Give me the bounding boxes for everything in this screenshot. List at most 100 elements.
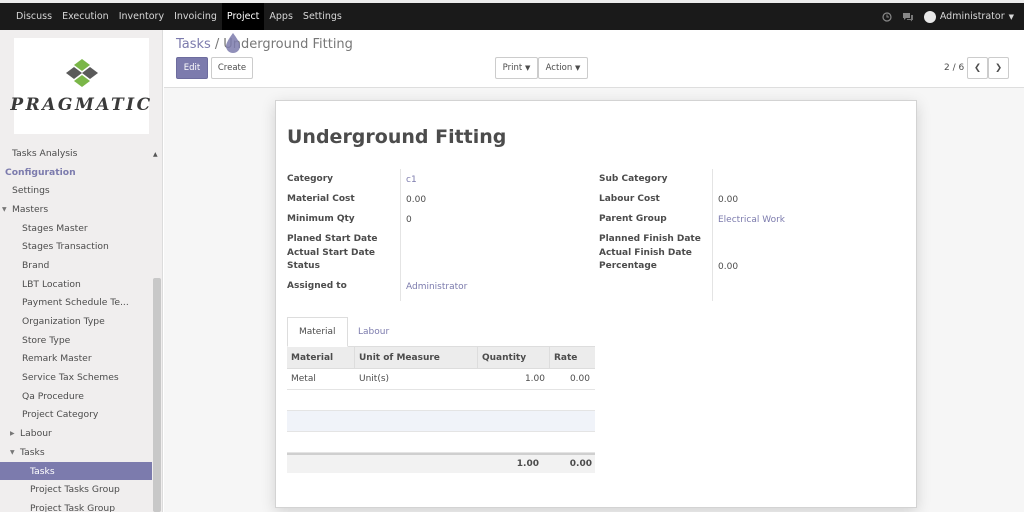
activity-clock-icon[interactable]	[882, 11, 892, 22]
chevron-right-icon: ❯	[994, 63, 1003, 73]
menu-discuss[interactable]: Discuss	[11, 3, 57, 30]
table-empty-row	[287, 411, 595, 432]
record-title[interactable]: Underground Fitting	[287, 126, 506, 148]
sidebar-item-store-type[interactable]: Store Type	[0, 331, 152, 350]
sidebar-item-lbt-location[interactable]: LBT Location	[0, 275, 152, 294]
status-label: Status	[287, 261, 320, 271]
minimum-qty-value[interactable]: 0	[406, 215, 412, 225]
material-cost-label: Material Cost	[287, 194, 355, 204]
table-empty-row	[287, 390, 595, 411]
labour-cost-value[interactable]: 0.00	[718, 195, 738, 205]
cell-quantity: 1.00	[524, 374, 545, 384]
sidebar-item-project-task-group[interactable]: Project Task Group	[0, 499, 152, 512]
sidebar-item-settings[interactable]: Settings	[0, 181, 152, 200]
sidebar-nav: Tasks Analysis Configuration Settings ▼ M…	[0, 144, 152, 512]
cell-rate: 0.00	[569, 374, 590, 384]
control-panel: Tasks / Underground Fitting Edit Create …	[164, 30, 1024, 88]
print-dropdown[interactable]: Print ▼	[495, 57, 538, 79]
sidebar-item-remark-master[interactable]: Remark Master	[0, 350, 152, 369]
sidebar-section-configuration: Configuration	[5, 166, 76, 178]
minimum-qty-label: Minimum Qty	[287, 214, 355, 224]
pragmatic-logo-icon	[65, 59, 98, 87]
column-header-uom[interactable]: Unit of Measure	[355, 347, 478, 368]
caret-down-icon: ▼	[574, 64, 581, 72]
main-menu: Discuss Execution Inventory Invoicing Pr…	[0, 3, 347, 30]
menu-apps[interactable]: Apps	[264, 3, 298, 30]
column-header-material[interactable]: Material	[287, 347, 355, 368]
chat-bubbles-icon[interactable]	[902, 12, 914, 22]
edit-button[interactable]: Edit	[176, 57, 208, 79]
material-cost-value[interactable]: 0.00	[406, 195, 426, 205]
parent-group-value[interactable]: Electrical Work	[718, 215, 785, 225]
field-divider	[712, 169, 713, 301]
sidebar-item-stages-transaction[interactable]: Stages Transaction	[0, 237, 152, 256]
field-divider	[400, 169, 401, 301]
chevron-left-icon: ❮	[973, 63, 982, 73]
menu-inventory[interactable]: Inventory	[114, 3, 169, 30]
sub-category-label: Sub Category	[599, 174, 668, 184]
sidebar-item-project-tasks-group[interactable]: Project Tasks Group	[0, 480, 152, 499]
sidebar-item-qa-procedure[interactable]: Qa Procedure	[0, 387, 152, 406]
menu-project[interactable]: Project	[221, 3, 265, 30]
table-header: Material Unit of Measure Quantity Rate	[287, 347, 595, 369]
breadcrumb: Tasks / Underground Fitting	[176, 37, 353, 52]
sidebar-item-tasks[interactable]: Tasks	[0, 461, 152, 481]
sidebar-item-masters[interactable]: ▼ Masters	[0, 200, 152, 219]
form-sheet: Underground Fitting Category c1 Material…	[275, 100, 917, 508]
column-header-quantity[interactable]: Quantity	[478, 347, 550, 368]
pager-next-button[interactable]: ❯	[988, 57, 1009, 79]
sidebar-item-brand[interactable]: Brand	[0, 256, 152, 275]
breadcrumb-separator: /	[214, 37, 220, 52]
assigned-to-label: Assigned to	[287, 281, 347, 291]
caret-down-icon: ▼	[524, 64, 531, 72]
caret-down-icon: ▼	[1008, 12, 1014, 21]
sidebar-item-labour[interactable]: ▶ Labour	[0, 424, 152, 443]
sidebar-item-project-category[interactable]: Project Category	[0, 406, 152, 425]
table-row[interactable]: Metal Unit(s) 1.00 0.00	[287, 369, 595, 390]
action-dropdown[interactable]: Action ▼	[538, 57, 588, 79]
cursor-drop-icon	[226, 33, 240, 53]
actual-finish-date-label: Actual Finish Date	[599, 248, 692, 258]
menu-settings[interactable]: Settings	[298, 3, 347, 30]
column-header-rate[interactable]: Rate	[550, 347, 595, 368]
planned-finish-date-label: Planned Finish Date	[599, 234, 701, 244]
top-navbar: Discuss Execution Inventory Invoicing Pr…	[0, 0, 1024, 30]
actual-start-date-label: Actual Start Date	[287, 248, 375, 258]
cell-material: Metal	[291, 374, 316, 384]
planned-start-date-label: Planed Start Date	[287, 234, 378, 244]
expand-down-icon: ▼	[10, 448, 15, 456]
pager-value[interactable]: 2 / 6	[944, 63, 964, 73]
expand-right-icon: ▶	[10, 430, 15, 438]
menu-invoicing[interactable]: Invoicing	[169, 3, 222, 30]
sidebar-item-service-tax-schemes[interactable]: Service Tax Schemes	[0, 368, 152, 387]
assigned-to-value[interactable]: Administrator	[406, 282, 467, 292]
expand-down-icon: ▼	[2, 205, 7, 213]
sidebar: PRAGMATIC ▲ Tasks Analysis Configuration…	[0, 30, 163, 512]
sidebar-item-payment-schedule[interactable]: Payment Schedule Te...	[0, 294, 152, 313]
avatar	[923, 10, 936, 23]
breadcrumb-parent-link[interactable]: Tasks	[176, 37, 211, 52]
category-value[interactable]: c1	[406, 175, 417, 185]
sidebar-item-stages-master[interactable]: Stages Master	[0, 219, 152, 238]
percentage-label: Percentage	[599, 261, 657, 271]
menu-execution[interactable]: Execution	[57, 3, 114, 30]
create-button[interactable]: Create	[211, 57, 253, 79]
notebook-tabs: Material Labour	[287, 317, 595, 347]
pager-previous-button[interactable]: ❮	[967, 57, 988, 79]
sidebar-item-organization-type[interactable]: Organization Type	[0, 312, 152, 331]
tab-material[interactable]: Material	[287, 317, 348, 347]
sidebar-item-tasks-analysis[interactable]: Tasks Analysis	[0, 144, 152, 163]
user-name: Administrator	[939, 11, 1005, 22]
sidebar-scrollbar[interactable]	[153, 278, 161, 512]
tab-labour[interactable]: Labour	[347, 317, 400, 347]
table-footer-totals: 1.00 0.00	[287, 453, 595, 473]
logo-text: PRAGMATIC	[10, 95, 153, 115]
total-rate: 0.00	[569, 459, 592, 469]
percentage-value[interactable]: 0.00	[718, 262, 738, 272]
sidebar-item-tasks-group[interactable]: ▼ Tasks	[0, 443, 152, 462]
material-lines-table: Material Unit of Measure Quantity Rate M…	[287, 347, 595, 473]
total-quantity: 1.00	[516, 459, 539, 469]
collapse-caret-icon[interactable]: ▲	[153, 151, 158, 158]
user-menu[interactable]: Administrator ▼	[923, 10, 1014, 23]
cell-uom: Unit(s)	[359, 374, 390, 384]
